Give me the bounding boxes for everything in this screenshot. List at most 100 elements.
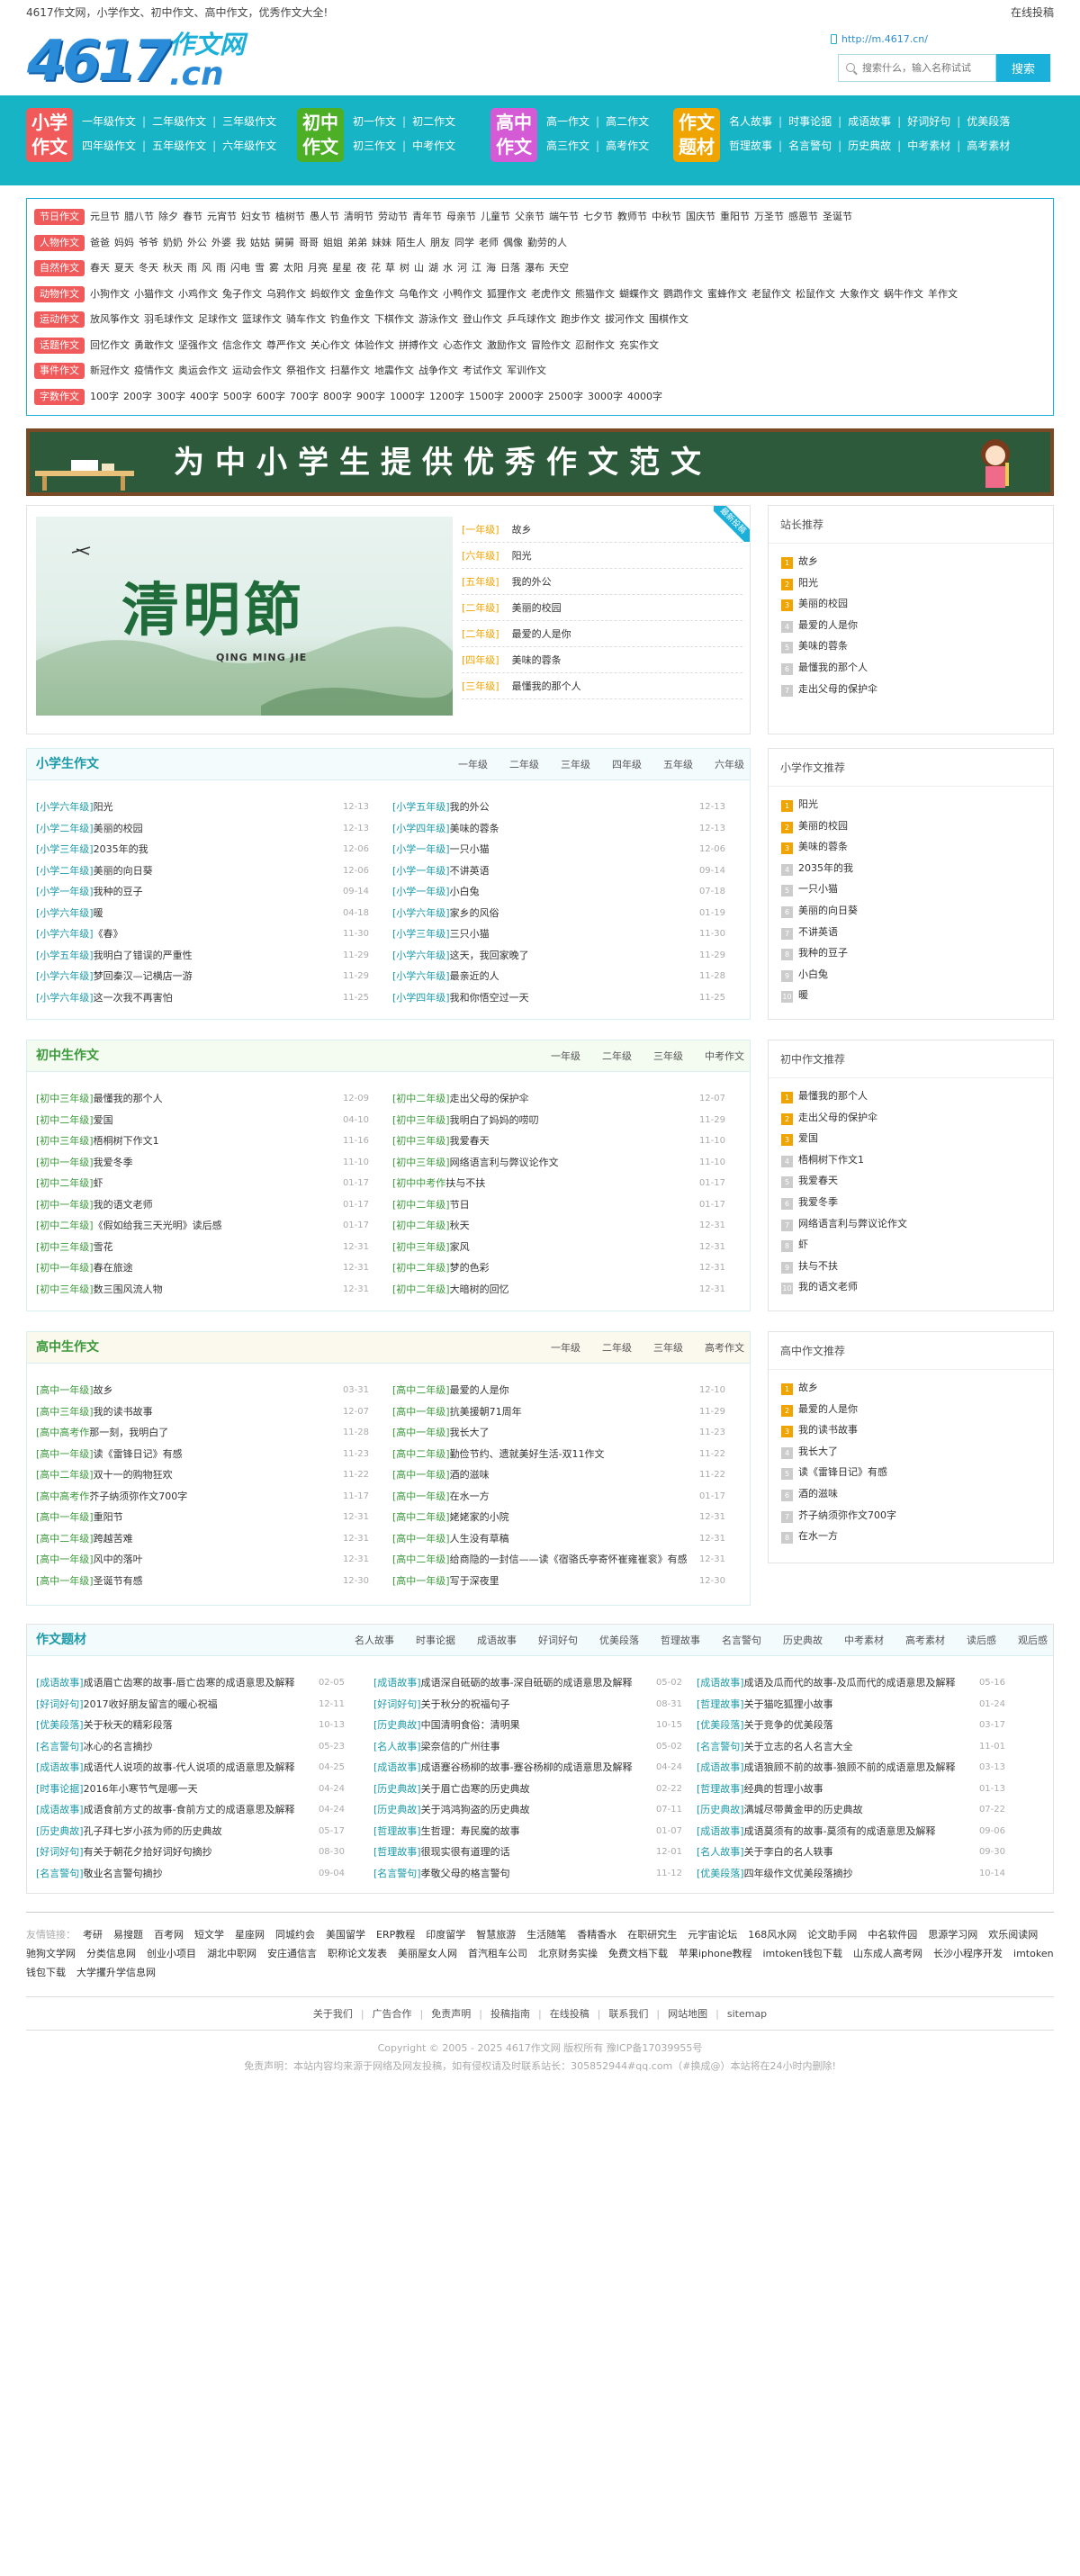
tag-link[interactable]: 水 (443, 262, 453, 274)
tag-link[interactable]: 疫情作文 (134, 365, 174, 376)
essay-category[interactable]: [名言警句] (697, 1741, 744, 1752)
tag-link[interactable]: 忍耐作文 (575, 339, 615, 351)
essay-row[interactable]: [历史典故]关于鸿鸿狗盗的历史典故 07-11 (374, 1799, 682, 1821)
essay-row[interactable]: [哲理故事]很现实很有道理的话 12-01 (374, 1842, 682, 1863)
essay-row[interactable]: [高中一年级]抗美援朝71周年 11-29 (392, 1401, 725, 1423)
essay-title[interactable]: 姥姥家的小院 (450, 1511, 509, 1523)
grade-tag[interactable]: [五年级] (462, 576, 500, 588)
tag-link[interactable]: 坚强作文 (178, 339, 218, 351)
panel-tab[interactable]: 中考素材 (844, 1635, 884, 1646)
essay-title[interactable]: 给商隐的一封信——读《宿骆氏亭寄怀崔雍崔衮》有感 (450, 1554, 688, 1565)
essay-row[interactable]: [时事论据]2016年小寒节气是哪一天 04-24 (36, 1779, 345, 1800)
essay-category[interactable]: [初中三年级] (36, 1093, 94, 1104)
essay-title[interactable]: 成语深自砥砺的故事-深自砥砺的成语意思及解释 (421, 1677, 633, 1689)
side-item-title[interactable]: 最懂我的那个人 (798, 662, 868, 673)
tag-link[interactable]: 日落 (500, 262, 520, 274)
tag-link[interactable]: 重阳节 (720, 211, 750, 222)
panel-title[interactable]: 初中生作文 (36, 1040, 99, 1072)
tag-link[interactable]: 骑车作文 (286, 313, 326, 325)
panel-tab[interactable]: 二年级 (602, 1050, 632, 1062)
side-item[interactable]: 2 阳光 (769, 572, 1053, 594)
essay-row[interactable]: [初中一年级]我爱冬季 11-10 (36, 1152, 369, 1174)
nav-link[interactable]: 时事论据 (772, 115, 832, 128)
friend-link[interactable]: 短文学 (194, 1929, 224, 1941)
essay-row[interactable]: [初中中考作扶与不扶 01-17 (392, 1173, 725, 1194)
side-item-title[interactable]: 美丽的校园 (798, 598, 848, 609)
essay-title[interactable]: 我爱春天 (450, 1135, 490, 1147)
essay-row[interactable]: [初中三年级]网络语言利与弊议论作文 11-10 (392, 1152, 725, 1174)
essay-row[interactable]: [小学四年级]美味的蓉条 12-13 (392, 818, 725, 840)
essay-title[interactable]: 最懂我的那个人 (94, 1093, 163, 1104)
footer-nav-link[interactable]: sitemap (707, 2008, 767, 2020)
essay-category[interactable]: [成语故事] (374, 1677, 421, 1689)
essay-title[interactable]: 关于秋天的精彩段落 (84, 1719, 173, 1731)
essay-row[interactable]: [初中三年级]数三围风流人物 12-31 (36, 1279, 369, 1301)
tag-link[interactable]: 足球作文 (198, 313, 238, 325)
friend-link[interactable]: 北京财务实操 (538, 1948, 598, 1959)
essay-row[interactable]: [名人故事]关于李白的名人轶事 09-30 (697, 1842, 1005, 1863)
essay-title[interactable]: 关于鸿鸿狗盗的历史典故 (421, 1804, 530, 1815)
tag-link[interactable]: 国庆节 (686, 211, 716, 222)
nav-link[interactable]: 四年级作文 (82, 140, 136, 152)
mobile-site-link[interactable]: http://m.4617.cn/ (830, 33, 928, 45)
tag-link[interactable]: 月亮 (308, 262, 328, 274)
essay-row[interactable]: [初中一年级]春在旅途 12-31 (36, 1257, 369, 1279)
tag-link[interactable]: 信念作文 (222, 339, 262, 351)
panel-tab[interactable]: 高考作文 (705, 1342, 744, 1354)
essay-title[interactable]: 家乡的风俗 (450, 907, 500, 919)
grade-tag[interactable]: [六年级] (462, 550, 500, 562)
side-item-title[interactable]: 小白兔 (798, 968, 828, 980)
side-item-title[interactable]: 阳光 (798, 577, 818, 589)
tag-link[interactable]: 爷爷 (139, 237, 158, 248)
tag-link[interactable]: 海 (486, 262, 496, 274)
nav-link[interactable]: 三年级作文 (206, 115, 276, 128)
essay-title[interactable]: 重阳节 (94, 1511, 123, 1523)
essay-category[interactable]: [时事论据] (36, 1783, 84, 1795)
tag-link[interactable]: 金鱼作文 (355, 288, 394, 300)
essay-row[interactable]: [小学四年级]我和你悟空过一天 11-25 (392, 987, 725, 1009)
essay-title[interactable]: 网络语言利与弊议论作文 (450, 1157, 559, 1168)
tag-category-label[interactable]: 事件作文 (34, 363, 85, 379)
tag-link[interactable]: 700字 (290, 391, 319, 402)
tag-link[interactable]: 2500字 (548, 391, 583, 402)
essay-row[interactable]: [小学一年级]一只小猫 12-06 (392, 839, 725, 860)
tag-link[interactable]: 万圣节 (754, 211, 784, 222)
side-item-title[interactable]: 故乡 (798, 555, 818, 567)
side-item-title[interactable]: 不讲英语 (798, 926, 838, 938)
essay-row[interactable]: [初中三年级]梧桐树下作文1 11-16 (36, 1130, 369, 1152)
essay-category[interactable]: [历史典故] (374, 1783, 421, 1795)
friend-link[interactable]: 湖北中职网 (207, 1948, 256, 1959)
tag-link[interactable]: 围棋作文 (649, 313, 688, 325)
essay-category[interactable]: [名言警句] (36, 1868, 84, 1879)
essay-row[interactable]: [小学六年级]梦回秦汉—记横店一游 11-29 (36, 966, 369, 987)
tag-link[interactable]: 祭祖作文 (286, 365, 326, 376)
essay-row[interactable]: [名言警句]关于立志的名人名言大全 11-01 (697, 1736, 1005, 1758)
essay-category[interactable]: [历史典故] (374, 1804, 421, 1815)
essay-category[interactable]: [成语故事] (697, 1761, 744, 1773)
essay-category[interactable]: [小学四年级] (392, 992, 450, 1004)
essay-row[interactable]: [小学三年级]三只小猫 11-30 (392, 923, 725, 945)
essay-row[interactable]: [历史典故]满城尽带黄金甲的历史典故 07-22 (697, 1799, 1005, 1821)
friend-link[interactable]: 大学攫升学信息网 (76, 1967, 156, 1978)
tag-link[interactable]: 3000字 (588, 391, 623, 402)
essay-row[interactable]: [初中二年级]大暗树的回忆 12-31 (392, 1279, 725, 1301)
tag-link[interactable]: 端午节 (549, 211, 579, 222)
essay-title[interactable]: 最爱的人是你 (450, 1384, 509, 1396)
essay-title[interactable]: 关于竞争的优美段落 (744, 1719, 833, 1731)
nav-link[interactable]: 五年级作文 (136, 140, 206, 152)
essay-row[interactable]: [高中一年级]故乡 03-31 (36, 1380, 369, 1401)
search-input[interactable] (838, 54, 996, 82)
side-item-title[interactable]: 在水一方 (798, 1530, 838, 1542)
side-item[interactable]: 10 暖 (769, 985, 1053, 1006)
friend-link[interactable]: 苹果iphone教程 (679, 1948, 752, 1959)
essay-row[interactable]: [初中二年级]爱国 04-10 (36, 1110, 369, 1131)
tag-link[interactable]: 儿童节 (481, 211, 510, 222)
essay-title[interactable]: 不讲英语 (450, 865, 490, 877)
side-item-title[interactable]: 我种的豆子 (798, 947, 848, 959)
tag-link[interactable]: 蝴蝶作文 (619, 288, 659, 300)
essay-row[interactable]: [小学三年级]2035年的我 12-06 (36, 839, 369, 860)
essay-title[interactable]: 雪花 (94, 1241, 113, 1253)
panel-title[interactable]: 高中生作文 (36, 1332, 99, 1364)
essay-category[interactable]: [高中一年级] (392, 1427, 450, 1438)
tag-link[interactable]: 尊严作文 (266, 339, 306, 351)
